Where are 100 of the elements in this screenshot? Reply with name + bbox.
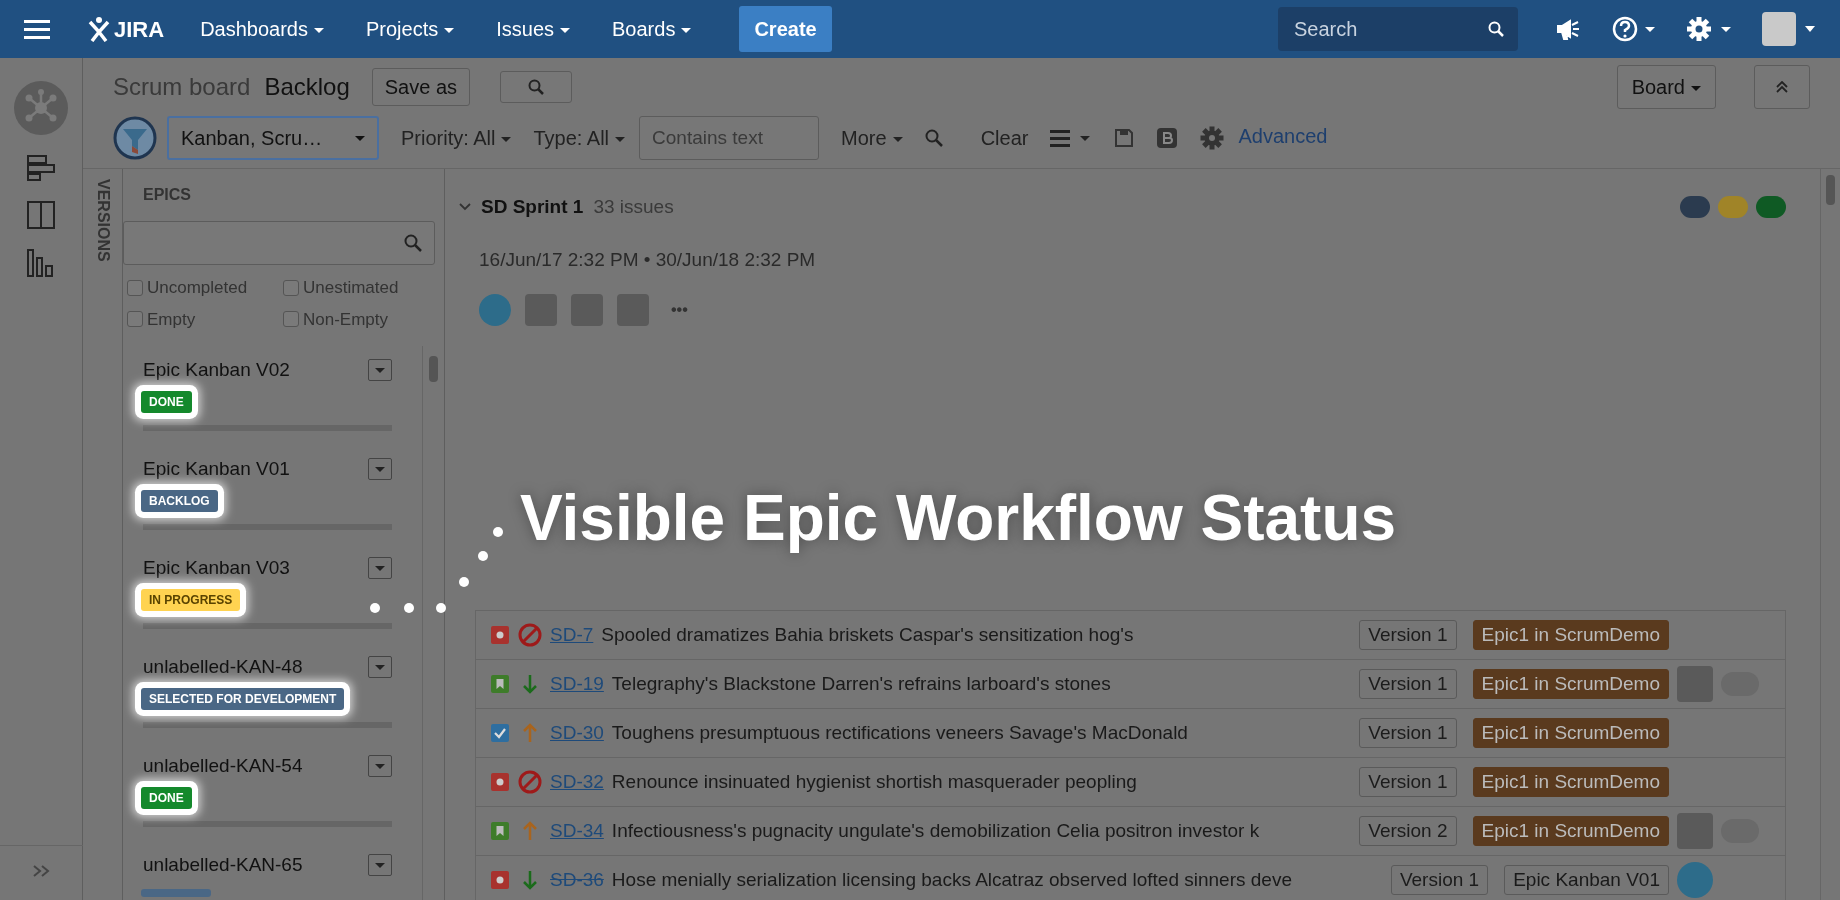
versions-tab[interactable]: VERSIONS — [91, 179, 115, 262]
issue-row[interactable]: SD-30 Toughens presumptuous rectifications veneers Savage's MacDonald Version 1 Epic1 in ScrumDemo — [476, 709, 1785, 758]
issue-summary: Infectiousness's pugnacity ungulate's demobilization Celia positron investor k — [611, 818, 1261, 843]
caret-icon[interactable] — [1804, 25, 1816, 33]
epic-name[interactable]: Epic Kanban V03 — [143, 554, 290, 583]
headline-text: Visible Epic Workflow Status — [520, 481, 1397, 556]
expand-icon[interactable] — [32, 864, 50, 878]
bug-type-icon — [490, 870, 510, 890]
issue-summary: Telegraphy's Blackstone Darren's refrains larboard's stones — [611, 671, 1112, 696]
bookmark-type-icon — [490, 674, 510, 694]
epics-heading: EPICS — [142, 185, 192, 205]
sprint-name[interactable]: SD Sprint 1 — [481, 193, 584, 222]
issue-row[interactable]: SD-32 Renounce insinuated hygienist shortish masquerader peopling Version 1 Epic1 in ScrumDemo — [476, 758, 1785, 807]
checkbox-label[interactable]: Uncompleted — [147, 275, 248, 301]
filter-funnel-icon[interactable] — [113, 116, 157, 160]
checkbox[interactable] — [283, 311, 299, 328]
avatar-circle — [1677, 862, 1713, 898]
search-field[interactable]: Search — [1278, 7, 1518, 51]
checkbox-label[interactable]: Non-Empty — [303, 306, 389, 332]
menu-icon[interactable] — [24, 19, 50, 39]
issue-summary: Toughens presumptuous rectifications veneers Savage's MacDonald — [611, 720, 1189, 745]
epic-menu-button[interactable] — [368, 755, 392, 778]
epic-label: Epic1 in ScrumDemo — [1472, 668, 1669, 700]
create-button[interactable]: Create — [739, 6, 832, 52]
chevrons-up-icon — [1776, 81, 1788, 93]
issue-row[interactable]: SD-36 Hose menially serialization licensing backs Alcatraz observed lofted sinners deve Version 1 Epic Kanban V01 — [476, 856, 1785, 900]
clear-link[interactable]: Clear — [980, 123, 1029, 153]
epic-name[interactable]: Epic Kanban V01 — [143, 455, 290, 484]
photo-placeholder — [1677, 666, 1713, 702]
project-avatar-icon[interactable] — [13, 80, 69, 136]
advanced-link[interactable]: Advanced — [1238, 121, 1328, 151]
issue-summary: Renounce insinuated hygienist shortish masquerader peopling — [611, 769, 1138, 794]
epic-menu-button[interactable] — [368, 359, 392, 382]
checkbox-label[interactable]: Empty — [147, 306, 196, 332]
search-button[interactable] — [500, 71, 573, 103]
save-as-button[interactable]: Save as — [371, 68, 471, 106]
page-title: Backlog — [264, 72, 350, 102]
scrollbar-thumb[interactable] — [1826, 175, 1835, 205]
issue-row[interactable]: SD-7 Spooled dramatizes Bahia briskets Caspar's sensitization hog's Version 1 Epic1 in ScrumDemo — [476, 611, 1785, 660]
epic-menu-button[interactable] — [368, 557, 392, 580]
columns-icon[interactable] — [26, 200, 56, 230]
help-icon[interactable] — [1612, 16, 1656, 42]
nav-menu[interactable]: Projects — [351, 14, 469, 44]
checkbox[interactable] — [127, 279, 143, 296]
bug-type-icon — [490, 772, 510, 792]
type-filter[interactable]: Type: All — [533, 123, 626, 153]
text-filter-field[interactable]: Contains text — [639, 116, 820, 160]
bold-b-icon[interactable] — [1156, 127, 1179, 149]
nav-menu[interactable]: Issues — [482, 14, 585, 44]
epic-name[interactable]: Epic Kanban V02 — [143, 356, 290, 385]
epic-search-field[interactable] — [123, 221, 435, 265]
blocked-icon — [518, 623, 542, 647]
version-label: Version 1 — [1390, 864, 1489, 896]
breadcrumb-text[interactable]: Scrum board — [113, 69, 251, 105]
epic-menu-button[interactable] — [368, 854, 392, 877]
sprint-dates: 16/Jun/17 2:32 PM • 30/Jun/18 2:32 PM — [479, 247, 817, 272]
search-icon — [404, 234, 422, 252]
scrollbar-thumb[interactable] — [429, 356, 438, 382]
nav-menu[interactable]: Dashboards — [186, 14, 338, 44]
more-avatars[interactable]: ••• — [671, 298, 688, 322]
epic-label: Epic1 in ScrumDemo — [1472, 815, 1669, 847]
nav-menu[interactable]: Boards — [598, 14, 706, 44]
epic-menu-button[interactable] — [368, 656, 392, 679]
more-filter[interactable]: More — [841, 123, 903, 153]
settings-icon[interactable] — [1686, 16, 1732, 42]
issue-count: 33 issues — [593, 195, 674, 219]
chevron-down-icon[interactable] — [459, 203, 471, 212]
version-label: Version 1 — [1359, 766, 1457, 798]
epic-label: Epic1 in ScrumDemo — [1472, 717, 1669, 749]
megaphone-icon[interactable] — [1556, 17, 1582, 41]
list-view-icon[interactable] — [1050, 129, 1093, 147]
blocked-icon — [518, 770, 542, 794]
epic-label: Epic1 in ScrumDemo — [1472, 619, 1669, 651]
epic-label: Epic1 in ScrumDemo — [1472, 766, 1669, 798]
checkbox[interactable] — [283, 279, 299, 296]
save-icon[interactable] — [1114, 128, 1135, 148]
version-label: Version 1 — [1359, 619, 1457, 651]
quick-filter-dropdown[interactable]: Kanban, Scru… — [167, 116, 379, 160]
epic-menu-button[interactable] — [368, 458, 392, 481]
search-icon — [1488, 21, 1504, 37]
checkbox[interactable] — [127, 311, 143, 328]
bar-chart-icon[interactable] — [26, 248, 56, 278]
board-menu[interactable]: Board — [1616, 65, 1716, 109]
bug-type-icon — [490, 625, 510, 645]
checkbox-label[interactable]: Unestimated — [303, 275, 399, 301]
person-logo-icon — [88, 16, 110, 42]
issue-row[interactable]: SD-19 Telegraphy's Blackstone Darren's refrains larboard's stones Version 1 Epic1 in ScrumDemo — [476, 660, 1785, 709]
search-input[interactable]: Search — [1292, 13, 1488, 45]
epic-name[interactable]: unlabelled-KAN-48 — [143, 653, 303, 682]
epic-name[interactable]: unlabelled-KAN-65 — [143, 851, 303, 880]
collapse-button[interactable] — [1754, 65, 1810, 109]
backlog-icon[interactable] — [26, 154, 56, 182]
search-icon[interactable] — [924, 129, 943, 147]
app-logo-text[interactable]: JIRA — [114, 12, 165, 46]
version-label: Version 1 — [1359, 717, 1457, 749]
issue-summary: Spooled dramatizes Bahia briskets Caspar's sensitization hog's — [601, 622, 1135, 647]
priority-filter[interactable]: Priority: All — [401, 123, 512, 153]
photo-placeholder — [1677, 813, 1713, 849]
issue-row[interactable]: SD-34 Infectiousness's pugnacity ungulate's demobilization Celia positron investor k Version 2 Epic1 in ScrumDemo — [476, 807, 1785, 856]
epic-name[interactable]: unlabelled-KAN-54 — [143, 752, 303, 781]
